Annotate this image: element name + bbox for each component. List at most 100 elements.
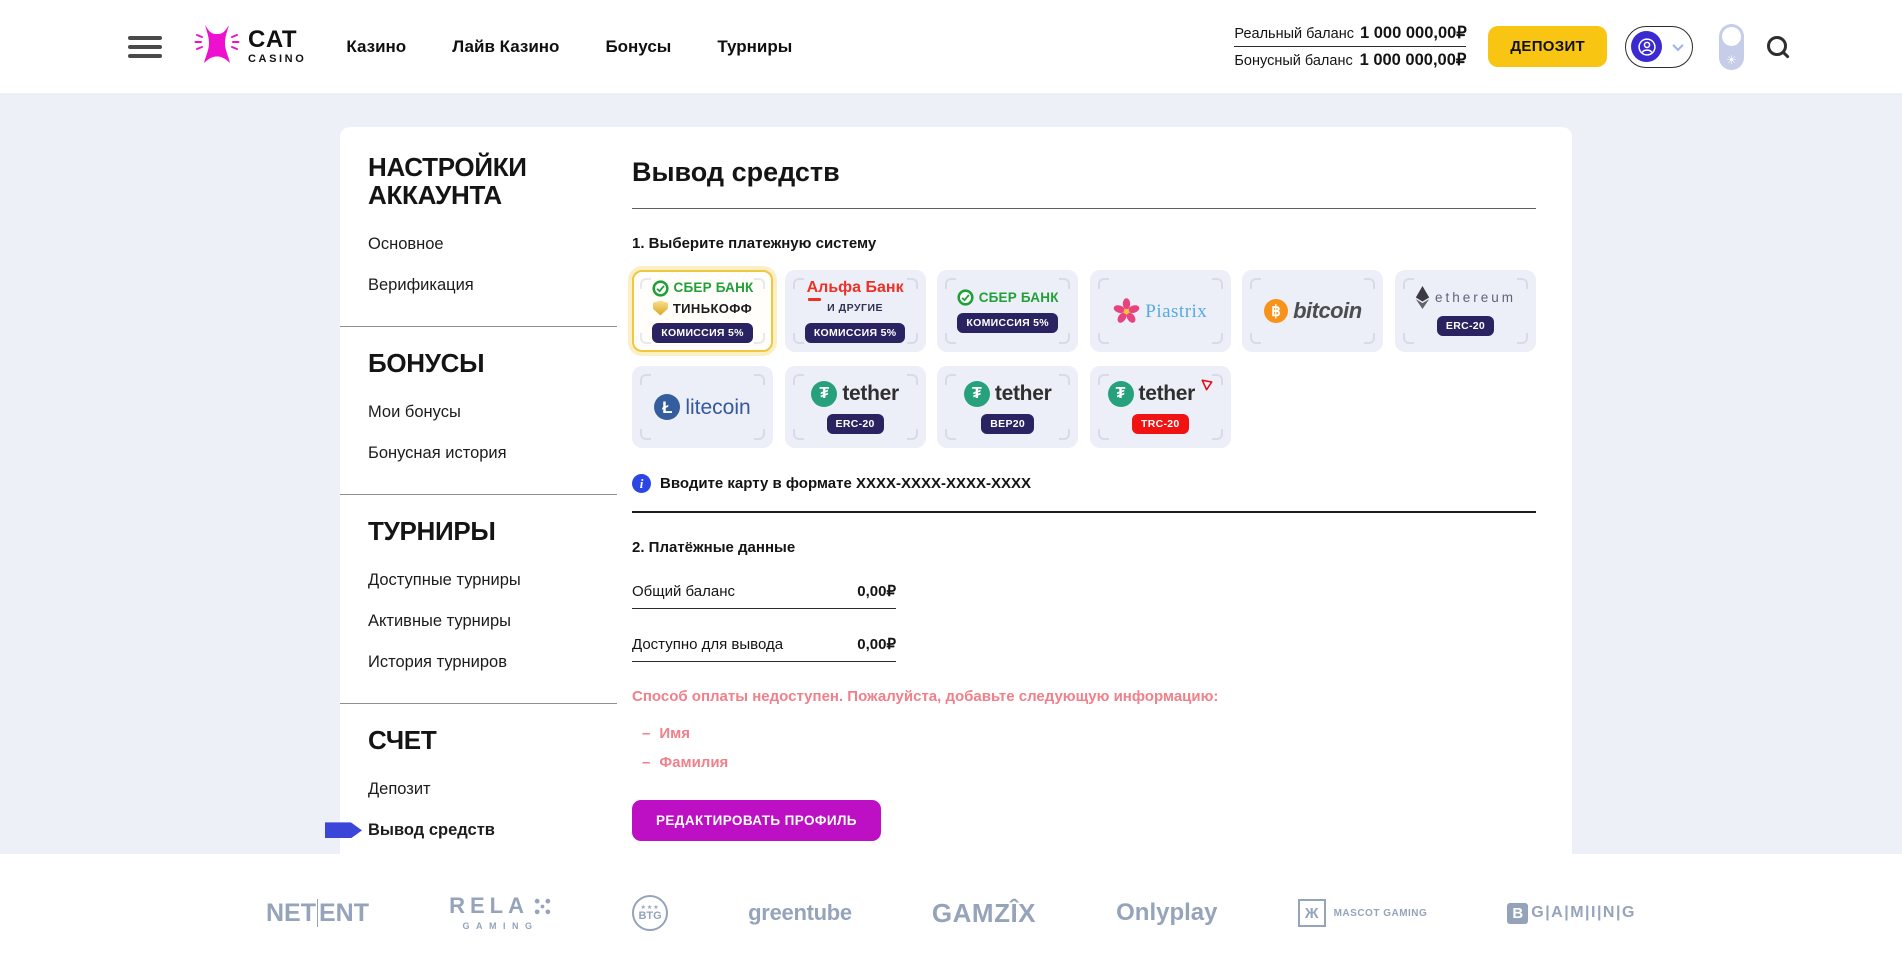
corner-mark [1098, 278, 1109, 289]
commission-badge: ERC-20 [1437, 316, 1494, 336]
sidebar-item-available-tournaments[interactable]: Доступные турниры [368, 563, 632, 597]
note-text: Вводите карту в формате XXXX-XXXX-XXXX-X… [660, 475, 1031, 492]
balance-block: Реальный баланс 1 000 000,00₽ Бонусный б… [1234, 20, 1466, 73]
sidebar-item-tournament-history[interactable]: История турниров [368, 645, 632, 679]
logo-text-cat: CAT [248, 28, 306, 52]
sidebar-section-title-tournaments: ТУРНИРЫ [368, 517, 632, 545]
provider-logo-onlyplay: Onlyplay [1116, 899, 1217, 927]
sidebar-section-title-bonuses: БОНУСЫ [368, 349, 632, 377]
corner-mark [793, 374, 804, 385]
sidebar-item-withdrawal[interactable]: Вывод средств [368, 813, 632, 847]
ethereum-logo: ethereum [1415, 286, 1516, 309]
payment-method-tether-bep20[interactable]: ₮tetherBEP20 [937, 366, 1078, 448]
corner-mark [1059, 374, 1070, 385]
bitcoin-icon: ฿ [1264, 299, 1288, 323]
top-bar: CAT CASINO Казино Лайв Казино Бонусы Турнир… [0, 0, 1902, 93]
nav-item-bonuses[interactable]: Бонусы [605, 37, 671, 57]
corner-mark [754, 278, 765, 289]
provider-logo-greentube: greentube [748, 900, 852, 926]
payment-method-piastrix[interactable]: Piastrix [1090, 270, 1231, 352]
corner-mark [945, 278, 956, 289]
sidebar-section-title-account-settings: НАСТРОЙКИ АККАУНТА [368, 153, 632, 209]
providers-footer: NETENTRELAGAMING★★★BTGgreentubeGAMZÎXOnl… [0, 854, 1902, 954]
tether-icon: ₮ [964, 381, 990, 407]
payment-method-bitcoin[interactable]: ฿bitcoin [1242, 270, 1383, 352]
tether-icon: ₮ [811, 381, 837, 407]
provider-logo-gamzix: GAMZÎX [932, 898, 1036, 929]
account-sidebar: НАСТРОЙКИ АККАУНТА Основное Верификация БОН… [340, 127, 632, 954]
corner-mark [945, 429, 956, 440]
corner-mark [1403, 278, 1414, 289]
sidebar-item-bonus-history[interactable]: Бонусная история [368, 436, 632, 470]
theme-toggle[interactable]: ☀ [1719, 24, 1744, 70]
sidebar-item-main[interactable]: Основное [368, 227, 632, 261]
corner-mark [1212, 429, 1223, 440]
corner-mark [1059, 278, 1070, 289]
search-icon[interactable] [1766, 35, 1790, 59]
corner-mark [1517, 278, 1528, 289]
tether-logo: ₮tether [964, 381, 1052, 407]
tether-icon: ₮ [1108, 381, 1134, 407]
payment-method-tether-erc20[interactable]: ₮tetherERC-20 [785, 366, 926, 448]
tinkoff-shield-icon [653, 301, 668, 316]
tether-logo: ₮tether [811, 381, 899, 407]
sun-icon: ☀ [1719, 54, 1744, 66]
toggle-knob [1722, 27, 1741, 46]
provider-logo-btg: ★★★BTG [632, 895, 668, 931]
sidebar-item-active-tournaments[interactable]: Активные турниры [368, 604, 632, 638]
corner-mark [640, 333, 651, 344]
litecoin-icon: Ł [654, 394, 680, 420]
corner-mark [640, 429, 651, 440]
edit-profile-button[interactable]: РЕДАКТИРОВАТЬ ПРОФИЛЬ [632, 800, 881, 841]
corner-mark [640, 278, 651, 289]
step2-label: 2. Платёжные данные [632, 539, 1536, 556]
logo[interactable]: CAT CASINO [194, 22, 306, 71]
nav-item-casino[interactable]: Казино [346, 37, 406, 57]
corner-mark [1212, 278, 1223, 289]
deposit-button[interactable]: ДЕПОЗИТ [1488, 26, 1607, 67]
sber-check-icon [957, 289, 974, 306]
corner-mark [1403, 333, 1414, 344]
card-subtitle: И ДРУГИЕ [827, 302, 883, 314]
main-nav: Казино Лайв Казино Бонусы Турниры [346, 37, 792, 57]
corner-mark [907, 374, 918, 385]
missing-info-item: Фамилия [642, 748, 1536, 777]
profile-menu[interactable] [1625, 26, 1693, 68]
nav-item-live-casino[interactable]: Лайв Казино [452, 37, 559, 57]
corner-mark [1250, 333, 1261, 344]
bitcoin-logo: ฿bitcoin [1264, 299, 1362, 323]
alfa-logo: Альфа Банк [807, 280, 904, 296]
nav-item-tournaments[interactable]: Турниры [717, 37, 792, 57]
sber-logo: СБЕР БАНК [957, 289, 1059, 306]
corner-mark [793, 278, 804, 289]
tinkoff-logo: ТИНЬКОФФ [653, 301, 752, 316]
payment-method-litecoin[interactable]: Łlitecoin [632, 366, 773, 448]
payment-method-tether-trc20[interactable]: ₮tetherTRC-20 [1090, 366, 1231, 448]
corner-mark [793, 429, 804, 440]
commission-badge: КОМИССИЯ 5% [957, 313, 1058, 333]
sidebar-item-my-bonuses[interactable]: Мои бонусы [368, 395, 632, 429]
provider-logo-mascot: ЖMASCOT GAMING [1298, 899, 1428, 927]
payment-method-sber-tinkoff[interactable]: СБЕР БАНКТИНЬКОФФКОМИССИЯ 5% [632, 270, 773, 352]
payment-method-ethereum[interactable]: ethereum ERC-20 [1395, 270, 1536, 352]
account-panel: НАСТРОЙКИ АККАУНТА Основное Верификация БОН… [340, 127, 1572, 954]
balance-row-label: Доступно для вывода [632, 636, 783, 653]
balance-row: Доступно для вывода0,00₽ [632, 635, 896, 662]
page-title: Вывод средств [632, 157, 1536, 188]
commission-badge: TRC-20 [1132, 414, 1189, 434]
chevron-down-icon [1672, 39, 1683, 50]
corner-mark [1212, 374, 1223, 385]
sidebar-item-verification[interactable]: Верификация [368, 268, 632, 302]
provider-logo-netent: NETENT [266, 899, 369, 928]
menu-button[interactable] [128, 36, 162, 58]
sber-check-icon [652, 280, 669, 297]
payment-method-sberbank[interactable]: СБЕР БАНК КОМИССИЯ 5% [937, 270, 1078, 352]
piastrix-flower-icon [1113, 298, 1140, 325]
payment-method-alfa-bank[interactable]: Альфа БанкИ ДРУГИЕКОМИССИЯ 5% [785, 270, 926, 352]
corner-mark [754, 374, 765, 385]
sidebar-item-deposit[interactable]: Депозит [368, 772, 632, 806]
corner-mark [754, 429, 765, 440]
corner-mark [1250, 278, 1261, 289]
title-divider [632, 208, 1536, 209]
card-format-note: i Вводите карту в формате XXXX-XXXX-XXXX… [632, 474, 1536, 493]
